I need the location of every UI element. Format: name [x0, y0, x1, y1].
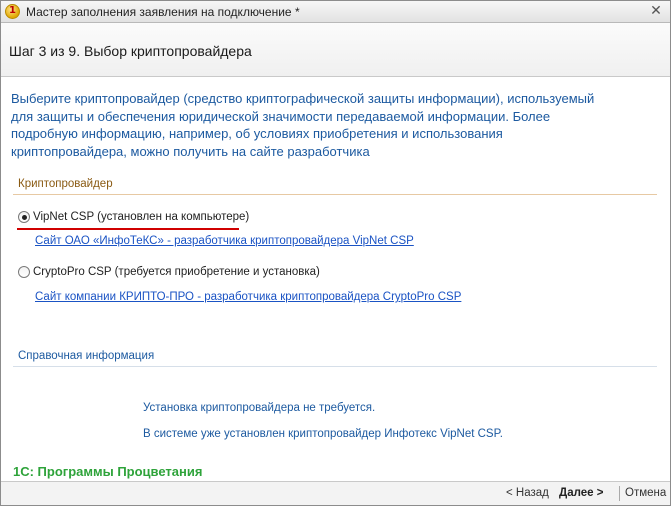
info-group-divider: [13, 366, 657, 367]
close-icon[interactable]: ✕: [648, 3, 664, 19]
description-text: Выберите криптопровайдер (средство крипт…: [11, 90, 661, 160]
next-button[interactable]: Далее >: [559, 487, 603, 499]
radio-vipnet-label: VipNet CSP (установлен на компьютере): [33, 211, 250, 223]
1c-app-icon: 1: [5, 4, 20, 19]
radio-vipnet[interactable]: VipNet CSP (установлен на компьютере): [18, 209, 249, 225]
link-cryptopro-site[interactable]: Сайт компании КРИПТО-ПРО - разработчика …: [35, 291, 461, 303]
crypto-group-title: Криптопровайдер: [18, 178, 113, 190]
description-line: для защиты и обеспечения юридической зна…: [11, 108, 551, 124]
highlight-underline: [17, 228, 239, 230]
brand-caption: 1С: Программы Процветания: [13, 464, 203, 479]
radio-cryptopro-label: CryptoPro CSP (требуется приобретение и …: [33, 266, 320, 278]
step-title: Шаг 3 из 9. Выбор криптопровайдера: [9, 43, 252, 59]
info-line: В системе уже установлен криптопровайдер…: [143, 428, 503, 440]
radio-button-unchecked[interactable]: [18, 266, 30, 278]
window-title: Мастер заполнения заявления на подключен…: [26, 5, 300, 19]
radio-button-checked[interactable]: [18, 211, 30, 223]
app-icon-glyph: 1: [9, 5, 16, 16]
info-group-title: Справочная информация: [18, 350, 155, 362]
cancel-button[interactable]: Отмена: [625, 487, 666, 499]
back-button[interactable]: < Назад: [506, 487, 549, 499]
footer-divider: [619, 486, 620, 501]
description-line: криптопровайдера, можно получить на сайт…: [11, 143, 370, 159]
crypto-group-divider: [13, 194, 657, 195]
radio-cryptopro[interactable]: CryptoPro CSP (требуется приобретение и …: [18, 264, 320, 280]
wizard-window: 1 Мастер заполнения заявления на подключ…: [0, 0, 671, 506]
info-line: Установка криптопровайдера не требуется.: [143, 402, 376, 414]
footer-bar: < Назад Далее > Отмена: [1, 481, 670, 505]
title-bar: 1 Мастер заполнения заявления на подключ…: [1, 1, 670, 23]
link-infotecs-site[interactable]: Сайт ОАО «ИнфоТеКС» - разработчика крипт…: [35, 235, 414, 247]
description-line: подробную информацию, например, об услов…: [11, 126, 503, 141]
step-header: Шаг 3 из 9. Выбор криптопровайдера: [1, 23, 670, 77]
description-line: Выберите криптопровайдер (средство крипт…: [11, 91, 595, 106]
